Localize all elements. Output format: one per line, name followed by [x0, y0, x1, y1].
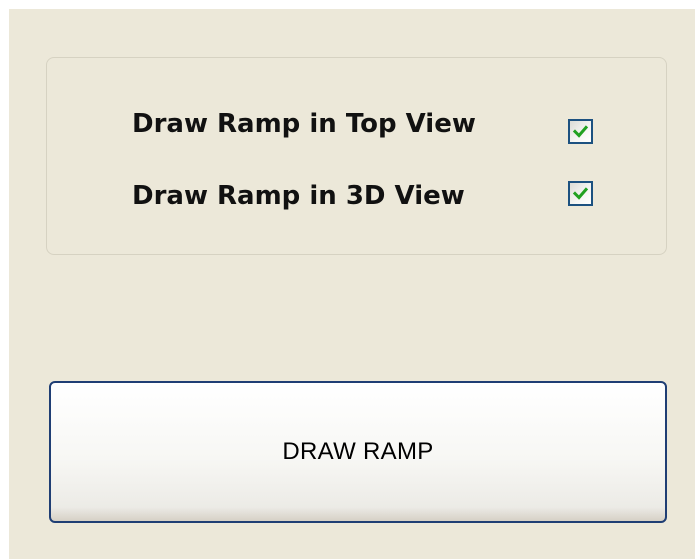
3d-view-option[interactable]: Draw Ramp in 3D View	[132, 176, 465, 216]
3d-view-checkbox[interactable]	[568, 181, 593, 206]
checkmark-icon	[572, 187, 589, 200]
top-view-checkbox[interactable]	[568, 119, 593, 144]
top-view-option[interactable]: Draw Ramp in Top View	[132, 104, 476, 144]
draw-ramp-button-label: DRAW RAMP	[282, 438, 434, 465]
view-options-group	[46, 57, 667, 255]
ramp-options-panel: Draw Ramp in Top View Draw Ramp in 3D Vi…	[9, 9, 695, 559]
checkmark-icon	[572, 125, 589, 138]
draw-ramp-button[interactable]: DRAW RAMP	[49, 381, 667, 523]
top-view-label: Draw Ramp in Top View	[132, 109, 476, 139]
3d-view-label: Draw Ramp in 3D View	[132, 181, 465, 211]
